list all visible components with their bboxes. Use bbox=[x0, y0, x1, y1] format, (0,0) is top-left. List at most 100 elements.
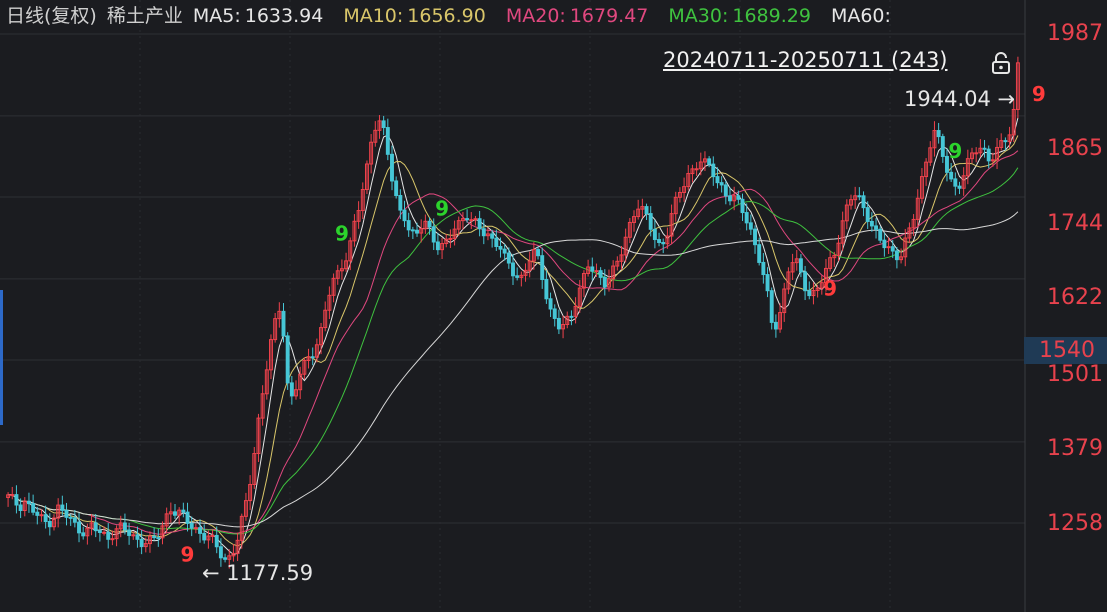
candle-body bbox=[77, 521, 81, 534]
ma10-label: MA10: bbox=[343, 5, 404, 27]
candle-body bbox=[736, 195, 741, 200]
ma30-value: 1689.29 bbox=[732, 5, 811, 27]
candle-body bbox=[189, 522, 194, 529]
sequence-nine-marker: 9 bbox=[335, 222, 349, 246]
candle-body bbox=[548, 298, 553, 310]
candle-body bbox=[198, 527, 202, 534]
candle-body bbox=[506, 252, 511, 264]
candle-body bbox=[18, 504, 23, 512]
ma5-label: MA5: bbox=[192, 5, 241, 27]
candle-body bbox=[93, 522, 98, 532]
candle-body bbox=[202, 532, 207, 541]
candle-body bbox=[465, 218, 470, 221]
candle-body bbox=[152, 535, 157, 539]
candle-body bbox=[498, 245, 503, 250]
period-label[interactable]: 日线(复权) bbox=[6, 5, 97, 27]
candle-body bbox=[72, 517, 77, 523]
candle-body bbox=[798, 258, 803, 273]
candle-body bbox=[940, 136, 945, 157]
candle-body bbox=[882, 239, 887, 249]
candle-body bbox=[769, 290, 774, 323]
candle-body bbox=[381, 120, 386, 129]
candle-body bbox=[657, 239, 662, 243]
grid-lines bbox=[0, 0, 1025, 612]
candle-body bbox=[803, 271, 808, 292]
candle-body bbox=[469, 219, 474, 222]
candle-body bbox=[894, 250, 899, 261]
candle-body bbox=[31, 503, 36, 513]
candle-body bbox=[544, 279, 549, 300]
low-price-value: 1177.59 bbox=[226, 561, 314, 585]
candle-body bbox=[448, 237, 453, 240]
price-tick-1865: 1865 bbox=[1047, 136, 1103, 161]
candle-body bbox=[552, 308, 557, 319]
candle-body bbox=[435, 241, 440, 251]
ma10-value: 1656.90 bbox=[407, 5, 486, 27]
candle-body bbox=[719, 182, 724, 186]
candle-body bbox=[874, 225, 878, 230]
ma5-line bbox=[8, 117, 1019, 556]
candle-body bbox=[35, 511, 40, 516]
candle-body bbox=[761, 261, 766, 276]
date-range-label[interactable]: 20240711-20250711 (243) bbox=[663, 46, 948, 74]
sequence-nine-marker: 9 bbox=[435, 197, 449, 221]
candle-body bbox=[406, 220, 411, 231]
candle-body bbox=[47, 520, 52, 528]
candle-body bbox=[740, 198, 745, 214]
candle-body bbox=[14, 494, 19, 506]
candle-body bbox=[427, 220, 432, 228]
candle-body bbox=[715, 176, 720, 184]
candle-body bbox=[156, 537, 161, 540]
candle-body bbox=[10, 494, 15, 497]
candle-body bbox=[402, 209, 407, 222]
candle-body bbox=[723, 184, 728, 197]
candle-body bbox=[122, 522, 127, 531]
candle-body bbox=[861, 195, 866, 209]
candle-body bbox=[68, 516, 73, 519]
ma30-legend: MA30: 1689.29 bbox=[668, 5, 821, 27]
price-tick-1987: 1987 bbox=[1047, 21, 1103, 46]
candle-body bbox=[139, 538, 144, 548]
candle-body bbox=[974, 152, 979, 155]
kline-chart[interactable]: 9999999 日线(复权)稀土产业MA5:1633.94MA10:1656.9… bbox=[0, 0, 1107, 612]
lock-icon[interactable] bbox=[990, 51, 1012, 75]
candle-body bbox=[398, 195, 403, 211]
candle-body bbox=[652, 228, 657, 241]
candle-body bbox=[807, 290, 812, 297]
candle-body bbox=[43, 514, 48, 522]
candle-body bbox=[644, 206, 649, 215]
candle-body bbox=[707, 158, 712, 165]
candle-body bbox=[857, 195, 862, 198]
ma10-legend: MA10: 1656.90 bbox=[343, 5, 496, 27]
price-tick-1379: 1379 bbox=[1047, 436, 1103, 461]
candle-body bbox=[753, 228, 757, 246]
moving-average-lines bbox=[8, 117, 1019, 556]
candle-body bbox=[185, 511, 190, 524]
candle-body bbox=[127, 529, 132, 536]
candle-body bbox=[511, 262, 515, 277]
candle-body bbox=[515, 275, 520, 278]
candle-body bbox=[494, 237, 499, 247]
candle-body bbox=[936, 130, 941, 138]
price-tick-1501: 1501 bbox=[1047, 362, 1103, 387]
candle-body bbox=[131, 534, 136, 537]
candle-body bbox=[26, 500, 31, 505]
candle-body bbox=[218, 546, 223, 559]
ma20-label: MA20: bbox=[505, 5, 566, 27]
candle-body bbox=[569, 315, 574, 318]
candle-body bbox=[869, 220, 874, 227]
current-price: 1540 bbox=[1039, 338, 1095, 363]
high-arrow-icon: → bbox=[990, 87, 1016, 111]
candle-body bbox=[214, 534, 219, 548]
candle-body bbox=[181, 509, 186, 513]
sequence-nine-marker: 9 bbox=[823, 277, 837, 301]
candle-body bbox=[748, 222, 753, 230]
ma20-legend: MA20: 1679.47 bbox=[506, 5, 659, 27]
candle-body bbox=[64, 509, 69, 518]
candle-body bbox=[765, 274, 770, 292]
candle-body bbox=[106, 531, 111, 540]
sequence-nine-marker: 9 bbox=[1032, 82, 1046, 106]
price-tick-1744: 1744 bbox=[1047, 211, 1103, 236]
candle-body bbox=[598, 270, 603, 278]
price-tick-1622: 1622 bbox=[1047, 285, 1103, 310]
